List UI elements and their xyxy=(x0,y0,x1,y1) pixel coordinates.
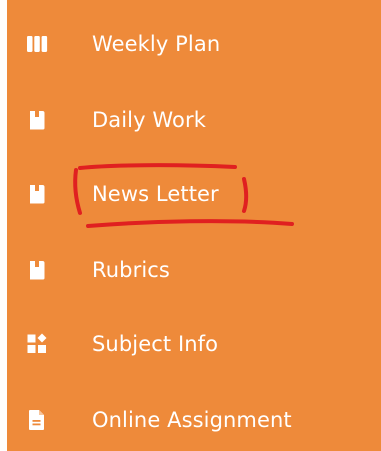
sidebar-item-label: Subject Info xyxy=(92,332,219,356)
columns-icon xyxy=(27,36,48,52)
book-icon xyxy=(30,185,45,204)
sidebar-item-subject-info[interactable]: Subject Info xyxy=(7,316,381,372)
sidebar-menu: Weekly Plan Daily Work News Letter Rubri… xyxy=(7,0,381,451)
sidebar-item-label: News Letter xyxy=(92,182,219,206)
book-icon xyxy=(30,261,45,280)
shapes-icon xyxy=(27,333,47,353)
sidebar-item-online-assignment[interactable]: Online Assignment xyxy=(7,392,381,448)
sidebar-item-rubrics[interactable]: Rubrics xyxy=(7,242,381,298)
sidebar-item-news-letter[interactable]: News Letter xyxy=(7,166,381,222)
sidebar-item-label: Daily Work xyxy=(92,108,206,132)
sidebar-item-label: Online Assignment xyxy=(92,408,292,432)
file-text-icon xyxy=(29,410,44,430)
sidebar-item-label: Weekly Plan xyxy=(92,32,221,56)
sidebar-item-daily-work[interactable]: Daily Work xyxy=(7,92,381,148)
book-icon xyxy=(30,111,45,130)
sidebar-item-label: Rubrics xyxy=(92,258,170,282)
sidebar-item-weekly-plan[interactable]: Weekly Plan xyxy=(7,16,381,72)
